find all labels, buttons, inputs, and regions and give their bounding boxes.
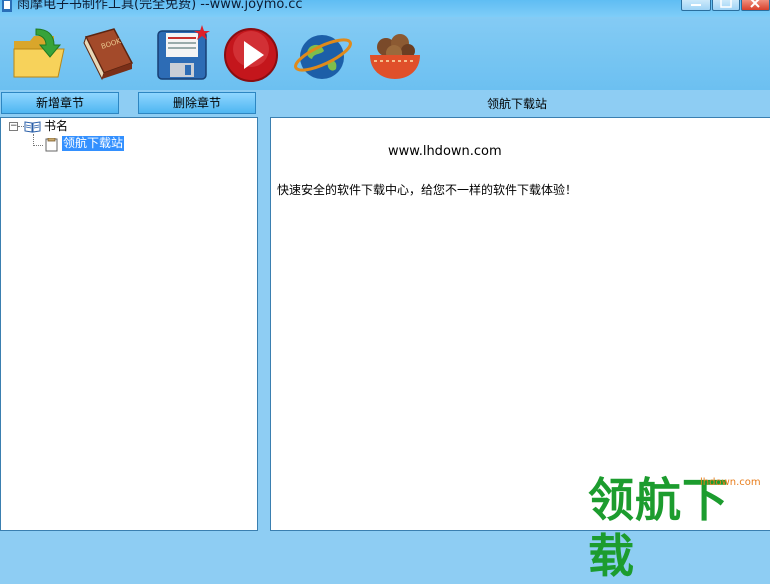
tree-root-label[interactable]: 书名 (44, 118, 68, 134)
title-bar: 雨摩电子书制作工具(完全免费) --www.joymo.cc (0, 0, 770, 17)
maximize-button[interactable] (712, 0, 740, 11)
maximize-icon (720, 0, 732, 8)
close-button[interactable] (741, 0, 770, 11)
food-bowl-icon[interactable] (364, 23, 426, 85)
play-icon[interactable] (220, 23, 282, 85)
watermark-logo: 领航下载 (588, 473, 729, 583)
close-icon (750, 0, 760, 8)
open-book-icon (24, 121, 41, 133)
window-title: 雨摩电子书制作工具(完全免费) --www.joymo.cc (17, 0, 303, 12)
globe-icon[interactable] (292, 23, 354, 85)
tree-connector (33, 145, 43, 146)
tree-item-chapter[interactable]: 领航下载站 (62, 136, 125, 151)
app-icon (2, 0, 12, 12)
toolbar: BOOK (0, 17, 770, 90)
chapter-tree[interactable]: − 书名 领航下载站 (0, 117, 258, 531)
page-icon (45, 138, 58, 152)
minimize-button[interactable] (681, 0, 711, 11)
delete-chapter-button[interactable]: 删除章节 (138, 92, 256, 114)
editor-content[interactable]: www.lhdown.com 快速安全的软件下载中心，给您不一样的软件下载体验！ (270, 117, 770, 531)
open-folder-icon[interactable] (8, 23, 70, 85)
minimize-icon (691, 4, 701, 6)
watermark-url: lhdown.com (700, 477, 761, 488)
save-disk-icon[interactable] (152, 23, 214, 85)
editor-title: 领航下载站 (486, 97, 547, 111)
content-body-text: 快速安全的软件下载中心，给您不一样的软件下载体验！ (277, 183, 578, 197)
content-url-line: www.lhdown.com (388, 144, 502, 159)
add-chapter-button[interactable]: 新增章节 (1, 92, 119, 114)
book-icon[interactable]: BOOK (76, 23, 138, 85)
collapse-toggle[interactable]: − (9, 122, 18, 131)
